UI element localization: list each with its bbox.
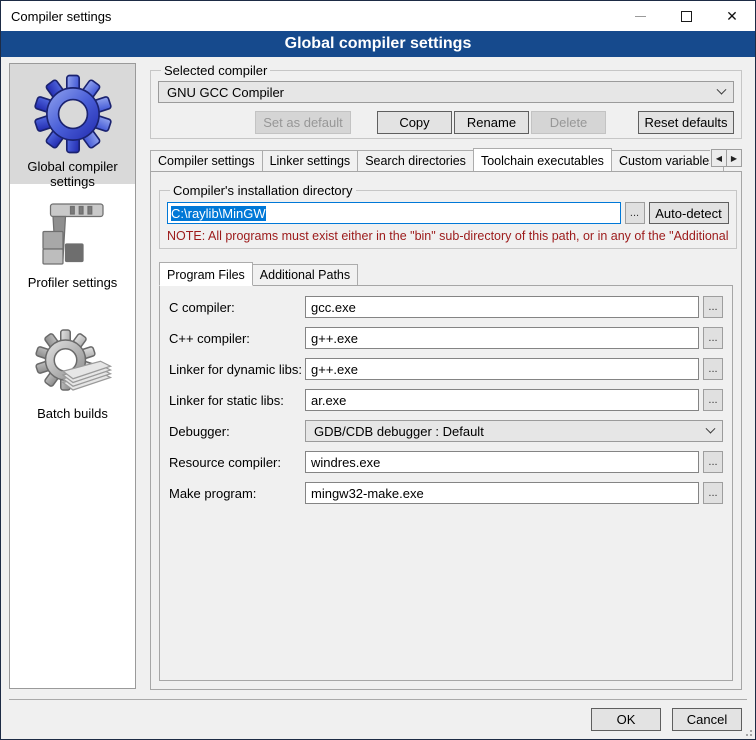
directory-note-text: NOTE: All programs must exist either in … <box>167 229 729 243</box>
chevron-down-icon <box>706 423 716 433</box>
sidebar-item-batch-builds[interactable]: Batch builds <box>10 291 135 422</box>
resource-compiler-row: Resource compiler: ... <box>169 451 723 473</box>
compiler-settings-window: Compiler settings ✕ Global compiler sett… <box>0 0 756 740</box>
cpp-compiler-browse-button[interactable]: ... <box>703 327 723 349</box>
debugger-value: GDB/CDB debugger : Default <box>314 424 484 439</box>
tab-custom-variables[interactable]: Custom variables <box>611 150 724 171</box>
tab-toolchain-executables[interactable]: Toolchain executables <box>473 148 612 171</box>
debugger-select[interactable]: GDB/CDB debugger : Default <box>305 420 723 442</box>
dynamic-linker-browse-button[interactable]: ... <box>703 358 723 380</box>
reset-defaults-button[interactable]: Reset defaults <box>638 111 734 134</box>
copy-button[interactable]: Copy <box>377 111 452 134</box>
dialog-buttons: OK Cancel <box>591 708 742 731</box>
installation-directory-input[interactable]: C:\raylib\MinGW <box>167 202 621 224</box>
tab-search-directories[interactable]: Search directories <box>357 150 474 171</box>
installation-directory-value: C:\raylib\MinGW <box>171 206 266 221</box>
window-title: Compiler settings <box>1 9 617 24</box>
resize-grip[interactable] <box>742 726 752 736</box>
tab-linker-settings[interactable]: Linker settings <box>262 150 359 171</box>
delete-button[interactable]: Delete <box>531 111 606 134</box>
installation-directory-group-label: Compiler's installation directory <box>170 183 356 198</box>
toolchain-executables-page: Compiler's installation directory C:\ray… <box>150 171 742 690</box>
static-linker-label: Linker for static libs: <box>169 393 305 408</box>
debugger-row: Debugger: GDB/CDB debugger : Default <box>169 420 723 442</box>
rename-button[interactable]: Rename <box>454 111 529 134</box>
tab-scroll-buttons: ◀ ▶ <box>710 149 742 167</box>
resource-compiler-input[interactable] <box>305 451 699 473</box>
c-compiler-label: C compiler: <box>169 300 305 315</box>
resource-compiler-browse-button[interactable]: ... <box>703 451 723 473</box>
program-files-page: C compiler: ... C++ compiler: ... Linker… <box>159 285 733 681</box>
dynamic-linker-label: Linker for dynamic libs: <box>169 362 305 377</box>
sidebar-item-label: Batch builds <box>10 405 135 422</box>
close-button[interactable]: ✕ <box>709 1 755 31</box>
blue-gear-icon <box>10 70 135 158</box>
sidebar-item-global-compiler-settings[interactable]: Global compiler settings <box>10 64 135 184</box>
arrow-left-icon: ◀ <box>716 154 722 163</box>
arrow-right-icon: ▶ <box>731 154 737 163</box>
tab-additional-paths[interactable]: Additional Paths <box>252 264 358 285</box>
title-bar: Compiler settings ✕ <box>1 1 755 31</box>
installation-directory-group: Compiler's installation directory C:\ray… <box>159 183 737 249</box>
selected-compiler-value: GNU GCC Compiler <box>167 85 284 100</box>
auto-detect-button[interactable]: Auto-detect <box>649 202 729 224</box>
minimize-icon <box>635 16 646 17</box>
page-title: Global compiler settings <box>1 31 755 57</box>
sidebar-item-profiler-settings[interactable]: Profiler settings <box>10 184 135 291</box>
tab-scroll-right-button[interactable]: ▶ <box>726 149 742 167</box>
c-compiler-browse-button[interactable]: ... <box>703 296 723 318</box>
dynamic-linker-input[interactable] <box>305 358 699 380</box>
cpp-compiler-row: C++ compiler: ... <box>169 327 723 349</box>
debugger-label: Debugger: <box>169 424 305 439</box>
tab-compiler-settings[interactable]: Compiler settings <box>150 150 263 171</box>
maximize-icon <box>681 11 692 22</box>
c-compiler-row: C compiler: ... <box>169 296 723 318</box>
compiler-actions-row: Set as default Copy Rename Delete Reset … <box>158 111 734 134</box>
selected-compiler-group: Selected compiler GNU GCC Compiler Set a… <box>150 63 742 139</box>
make-program-browse-button[interactable]: ... <box>703 482 723 504</box>
caliper-icon <box>10 194 135 274</box>
static-linker-browse-button[interactable]: ... <box>703 389 723 411</box>
resource-compiler-label: Resource compiler: <box>169 455 305 470</box>
tab-program-files[interactable]: Program Files <box>159 262 253 286</box>
make-program-label: Make program: <box>169 486 305 501</box>
settings-tab-strip: Compiler settings Linker settings Search… <box>150 147 742 171</box>
make-program-input[interactable] <box>305 482 699 504</box>
installation-directory-row: C:\raylib\MinGW ... Auto-detect <box>167 202 729 224</box>
chevron-down-icon <box>717 84 727 94</box>
static-linker-row: Linker for static libs: ... <box>169 389 723 411</box>
dynamic-linker-row: Linker for dynamic libs: ... <box>169 358 723 380</box>
browse-directory-button[interactable]: ... <box>625 202 645 224</box>
main-panel: Selected compiler GNU GCC Compiler Set a… <box>150 63 742 690</box>
maximize-button[interactable] <box>663 1 709 31</box>
cpp-compiler-label: C++ compiler: <box>169 331 305 346</box>
cancel-button[interactable]: Cancel <box>672 708 742 731</box>
make-program-row: Make program: ... <box>169 482 723 504</box>
settings-category-sidebar: Global compiler settings <box>9 63 136 689</box>
sidebar-item-label: Profiler settings <box>10 274 135 291</box>
minimize-button[interactable] <box>617 1 663 31</box>
static-linker-input[interactable] <box>305 389 699 411</box>
selected-compiler-group-label: Selected compiler <box>161 63 270 78</box>
c-compiler-input[interactable] <box>305 296 699 318</box>
tab-scroll-left-button[interactable]: ◀ <box>711 149 727 167</box>
set-as-default-button[interactable]: Set as default <box>255 111 351 134</box>
gray-gear-stack-icon <box>10 325 135 405</box>
program-tabs-strip: Program Files Additional Paths <box>159 261 733 285</box>
ok-button[interactable]: OK <box>591 708 661 731</box>
footer-divider <box>9 699 747 700</box>
cpp-compiler-input[interactable] <box>305 327 699 349</box>
close-icon: ✕ <box>726 9 738 23</box>
selected-compiler-select[interactable]: GNU GCC Compiler <box>158 81 734 103</box>
